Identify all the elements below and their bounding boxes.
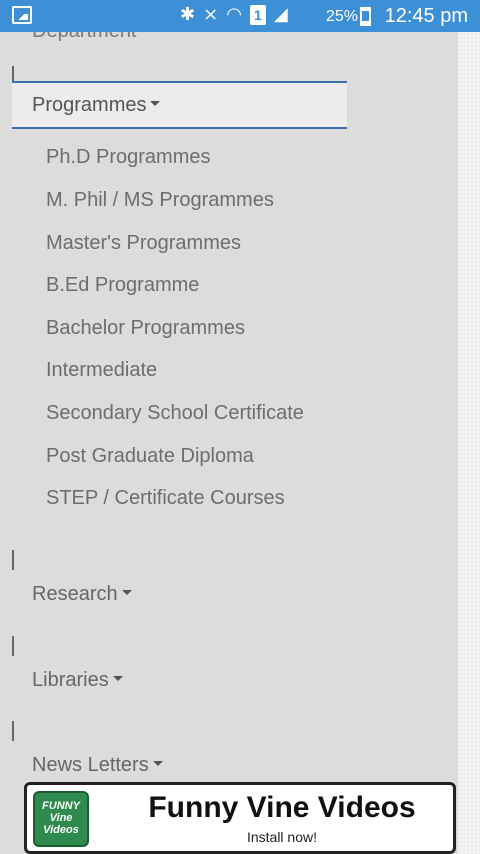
sim-icon: 1 [249, 4, 266, 25]
caret-down-icon [152, 761, 163, 767]
nav-menu: Department Programmes Ph.D Programmes M.… [0, 32, 458, 782]
gallery-icon [12, 6, 32, 24]
menu-item-department[interactable]: Department [32, 32, 137, 43]
ad-logo-line3: Videos [43, 824, 79, 836]
battery-icon [360, 7, 371, 26]
menu-item-programmes[interactable]: Programmes [12, 81, 347, 129]
caret-down-icon [112, 676, 123, 682]
submenu-item-intermediate[interactable]: Intermediate [46, 359, 157, 382]
menu-item-research[interactable]: Research [32, 583, 132, 606]
submenu-item-mphil[interactable]: M. Phil / MS Programmes [46, 189, 274, 212]
ad-banner[interactable]: FUNNY Vine Videos Funny Vine Videos Inst… [24, 782, 456, 854]
caret-down-icon [150, 100, 161, 106]
submenu-item-pgd[interactable]: Post Graduate Diploma [46, 445, 254, 468]
submenu-item-phd[interactable]: Ph.D Programmes [46, 146, 211, 169]
scroll-gutter [458, 32, 480, 854]
ad-title: Funny Vine Videos [148, 791, 416, 824]
status-bar: ✱ ⨯ ◠ 1 ◢ 25% 12:45 pm [0, 0, 480, 32]
ad-logo: FUNNY Vine Videos [33, 791, 89, 847]
ad-logo-line2: Vine [49, 812, 73, 824]
battery-percent: 25% [326, 8, 359, 25]
submenu-item-ssc[interactable]: Secondary School Certificate [46, 402, 304, 425]
clock: 12:45 pm [384, 5, 468, 27]
caret-down-icon [121, 590, 132, 596]
signal-icon: ◢ [273, 4, 288, 24]
menu-separator [12, 721, 14, 741]
submenu-item-masters[interactable]: Master's Programmes [46, 232, 241, 255]
ad-logo-line1: FUNNY [42, 800, 80, 812]
menu-separator [12, 636, 14, 656]
submenu-item-step[interactable]: STEP / Certificate Courses [46, 487, 285, 510]
mute-icon: ⨯ [203, 4, 219, 24]
menu-item-libraries[interactable]: Libraries [32, 669, 123, 692]
menu-item-newsletters[interactable]: News Letters [32, 754, 163, 777]
bluetooth-icon: ✱ [180, 4, 196, 24]
research-label: Research [32, 583, 118, 605]
ad-install-link[interactable]: Install now! [117, 829, 447, 845]
wifi-icon: ◠ [226, 4, 242, 24]
submenu-item-bed[interactable]: B.Ed Programme [46, 274, 199, 297]
status-icons: ✱ ⨯ ◠ 1 ◢ [180, 4, 288, 25]
programmes-label: Programmes [32, 93, 147, 116]
newsletters-label: News Letters [32, 754, 149, 776]
libraries-label: Libraries [32, 669, 109, 691]
menu-separator [12, 550, 14, 570]
submenu-item-bachelor[interactable]: Bachelor Programmes [46, 317, 245, 340]
